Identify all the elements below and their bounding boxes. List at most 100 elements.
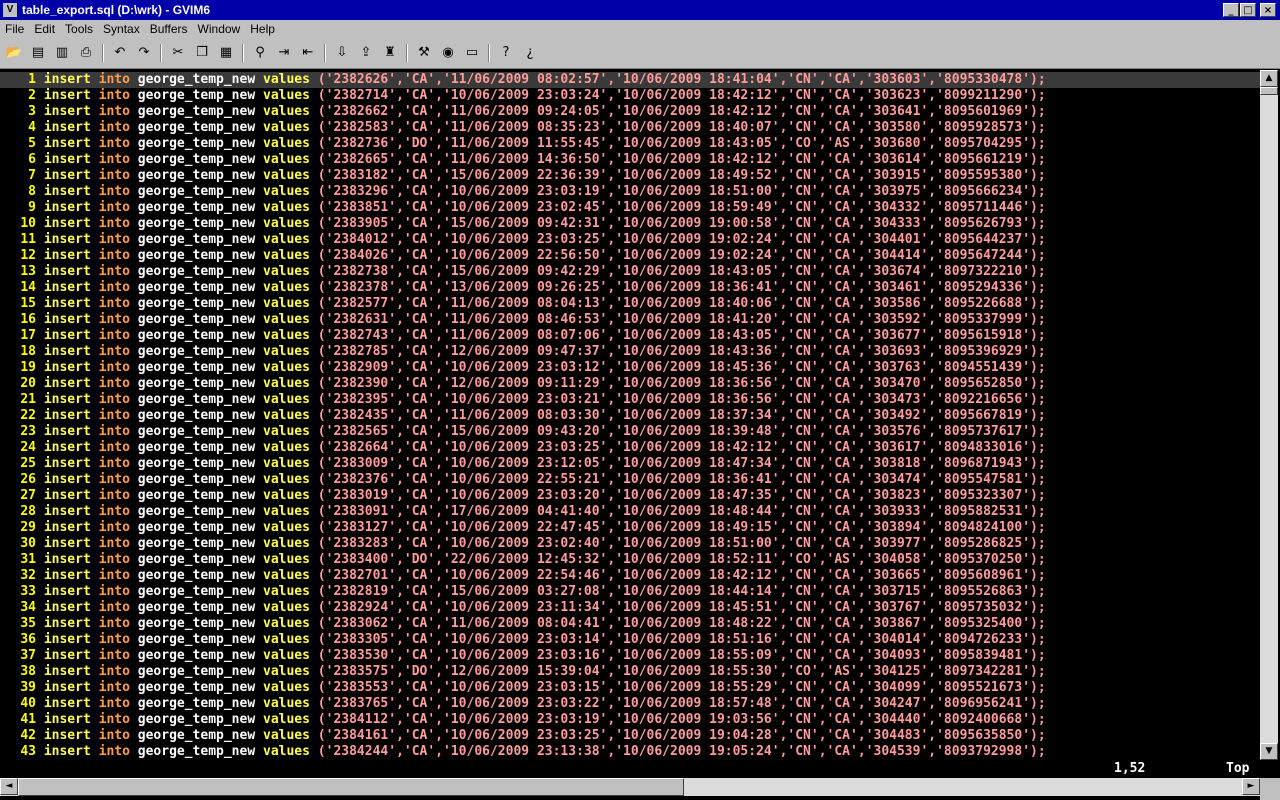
line-number: 3 xyxy=(28,104,36,119)
code-line[interactable]: 11 insert into george_temp_new values ('… xyxy=(0,232,1260,248)
keyword-insert: insert xyxy=(43,472,91,487)
code-line[interactable]: 1 insert into george_temp_new values ('2… xyxy=(0,72,1260,88)
menu-tools[interactable]: Tools xyxy=(60,20,98,39)
copy-icon[interactable]: ❐ xyxy=(192,43,212,63)
save-icon[interactable]: ▤ xyxy=(28,43,48,63)
shell-icon[interactable]: ◉ xyxy=(438,43,458,63)
values-list: ('2384026','CA','10/06/2009 22:56:50','1… xyxy=(317,248,1046,263)
keyword-into: into xyxy=(98,680,130,695)
code-line[interactable]: 10 insert into george_temp_new values ('… xyxy=(0,216,1260,232)
code-line[interactable]: 35 insert into george_temp_new values ('… xyxy=(0,616,1260,632)
code-line[interactable]: 3 insert into george_temp_new values ('2… xyxy=(0,104,1260,120)
code-line[interactable]: 15 insert into george_temp_new values ('… xyxy=(0,296,1260,312)
values-list: ('2382662','CA','11/06/2009 09:24:05','1… xyxy=(317,104,1046,119)
values-list: ('2384012','CA','10/06/2009 23:03:25','1… xyxy=(317,232,1046,247)
scroll-right-button[interactable]: ► xyxy=(1242,778,1260,795)
title-bar: V table_export.sql (D:\wrk) - GVIM6 _ □ … xyxy=(0,0,1280,20)
code-line[interactable]: 32 insert into george_temp_new values ('… xyxy=(0,568,1260,584)
make-icon[interactable]: ⚒ xyxy=(414,43,434,63)
code-line[interactable]: 24 insert into george_temp_new values ('… xyxy=(0,440,1260,456)
find-prev-icon[interactable]: ⇤ xyxy=(298,43,318,63)
keyword-insert: insert xyxy=(43,136,91,151)
code-line[interactable]: 36 insert into george_temp_new values ('… xyxy=(0,632,1260,648)
code-line[interactable]: 34 insert into george_temp_new values ('… xyxy=(0,600,1260,616)
code-line[interactable]: 42 insert into george_temp_new values ('… xyxy=(0,728,1260,744)
code-line[interactable]: 19 insert into george_temp_new values ('… xyxy=(0,360,1260,376)
print-icon[interactable]: ⎙ xyxy=(76,43,96,63)
run-script-icon[interactable]: ♜ xyxy=(380,43,400,63)
horizontal-scrollbar[interactable]: ◄ ► xyxy=(0,778,1260,796)
open-icon[interactable]: 📂 xyxy=(4,43,24,63)
code-line[interactable]: 18 insert into george_temp_new values ('… xyxy=(0,344,1260,360)
cut-icon[interactable]: ✂ xyxy=(168,43,188,63)
code-line[interactable]: 20 insert into george_temp_new values ('… xyxy=(0,376,1260,392)
values-list: ('2382664','CA','10/06/2009 23:03:25','1… xyxy=(317,440,1046,455)
menu-edit[interactable]: Edit xyxy=(29,20,60,39)
code-line[interactable]: 16 insert into george_temp_new values ('… xyxy=(0,312,1260,328)
menu-buffers[interactable]: Buffers xyxy=(145,20,193,39)
horizontal-scroll-thumb[interactable] xyxy=(18,778,684,796)
save-all-icon[interactable]: ▥ xyxy=(52,43,72,63)
close-button[interactable]: × xyxy=(1260,3,1276,17)
code-line[interactable]: 4 insert into george_temp_new values ('2… xyxy=(0,120,1260,136)
code-line[interactable]: 2 insert into george_temp_new values ('2… xyxy=(0,88,1260,104)
help-icon[interactable]: ? xyxy=(496,43,516,63)
find-help-icon[interactable]: ¿ xyxy=(520,43,540,63)
load-session-icon[interactable]: ⇩ xyxy=(332,43,352,63)
keyword-insert: insert xyxy=(43,88,91,103)
line-number: 40 xyxy=(20,696,36,711)
menu-syntax[interactable]: Syntax xyxy=(98,20,145,39)
menu-help[interactable]: Help xyxy=(245,20,280,39)
code-line[interactable]: 25 insert into george_temp_new values ('… xyxy=(0,456,1260,472)
code-line[interactable]: 41 insert into george_temp_new values ('… xyxy=(0,712,1260,728)
code-line[interactable]: 7 insert into george_temp_new values ('2… xyxy=(0,168,1260,184)
editor-buffer[interactable]: 1 insert into george_temp_new values ('2… xyxy=(0,70,1260,760)
code-line[interactable]: 21 insert into george_temp_new values ('… xyxy=(0,392,1260,408)
gvim-icon[interactable]: V xyxy=(3,3,17,17)
values-list: ('2383091','CA','17/06/2009 04:41:40','1… xyxy=(317,504,1046,519)
keyword-values: values xyxy=(263,184,310,199)
menu-file[interactable]: File xyxy=(0,20,29,39)
code-line[interactable]: 6 insert into george_temp_new values ('2… xyxy=(0,152,1260,168)
code-line[interactable]: 30 insert into george_temp_new values ('… xyxy=(0,536,1260,552)
code-line[interactable]: 33 insert into george_temp_new values ('… xyxy=(0,584,1260,600)
redo-icon[interactable]: ↷ xyxy=(134,43,154,63)
code-line[interactable]: 5 insert into george_temp_new values ('2… xyxy=(0,136,1260,152)
code-line[interactable]: 26 insert into george_temp_new values ('… xyxy=(0,472,1260,488)
values-list: ('2382435','CA','11/06/2009 08:03:30','1… xyxy=(317,408,1046,423)
minimize-button[interactable]: _ xyxy=(1223,3,1239,17)
code-line[interactable]: 27 insert into george_temp_new values ('… xyxy=(0,488,1260,504)
vertical-scrollbar[interactable]: ▲ ▼ xyxy=(1260,70,1278,760)
maximize-button[interactable]: □ xyxy=(1240,3,1256,17)
ctags-icon[interactable]: ▭ xyxy=(462,43,482,63)
keyword-insert: insert xyxy=(43,488,91,503)
code-line[interactable]: 38 insert into george_temp_new values ('… xyxy=(0,664,1260,680)
code-line[interactable]: 31 insert into george_temp_new values ('… xyxy=(0,552,1260,568)
code-line[interactable]: 9 insert into george_temp_new values ('2… xyxy=(0,200,1260,216)
code-line[interactable]: 28 insert into george_temp_new values ('… xyxy=(0,504,1260,520)
find-replace-icon[interactable]: ⚲ xyxy=(250,43,270,63)
code-line[interactable]: 37 insert into george_temp_new values ('… xyxy=(0,648,1260,664)
code-line[interactable]: 29 insert into george_temp_new values ('… xyxy=(0,520,1260,536)
scroll-left-button[interactable]: ◄ xyxy=(0,778,18,795)
scroll-down-button[interactable]: ▼ xyxy=(1260,743,1278,760)
code-line[interactable]: 23 insert into george_temp_new values ('… xyxy=(0,424,1260,440)
code-line[interactable]: 13 insert into george_temp_new values ('… xyxy=(0,264,1260,280)
code-line[interactable]: 39 insert into george_temp_new values ('… xyxy=(0,680,1260,696)
menu-window[interactable]: Window xyxy=(193,20,246,39)
save-session-icon[interactable]: ⇪ xyxy=(356,43,376,63)
code-line[interactable]: 40 insert into george_temp_new values ('… xyxy=(0,696,1260,712)
code-line[interactable]: 22 insert into george_temp_new values ('… xyxy=(0,408,1260,424)
scroll-up-button[interactable]: ▲ xyxy=(1260,70,1278,87)
undo-icon[interactable]: ↶ xyxy=(110,43,130,63)
code-line[interactable]: 8 insert into george_temp_new values ('2… xyxy=(0,184,1260,200)
code-line[interactable]: 14 insert into george_temp_new values ('… xyxy=(0,280,1260,296)
vertical-scroll-thumb[interactable] xyxy=(1260,87,1278,95)
code-line[interactable]: 12 insert into george_temp_new values ('… xyxy=(0,248,1260,264)
keyword-values: values xyxy=(263,680,310,695)
paste-icon[interactable]: ▦ xyxy=(216,43,236,63)
keyword-into: into xyxy=(98,456,130,471)
code-line[interactable]: 43 insert into george_temp_new values ('… xyxy=(0,744,1260,760)
code-line[interactable]: 17 insert into george_temp_new values ('… xyxy=(0,328,1260,344)
find-next-icon[interactable]: ⇥ xyxy=(274,43,294,63)
